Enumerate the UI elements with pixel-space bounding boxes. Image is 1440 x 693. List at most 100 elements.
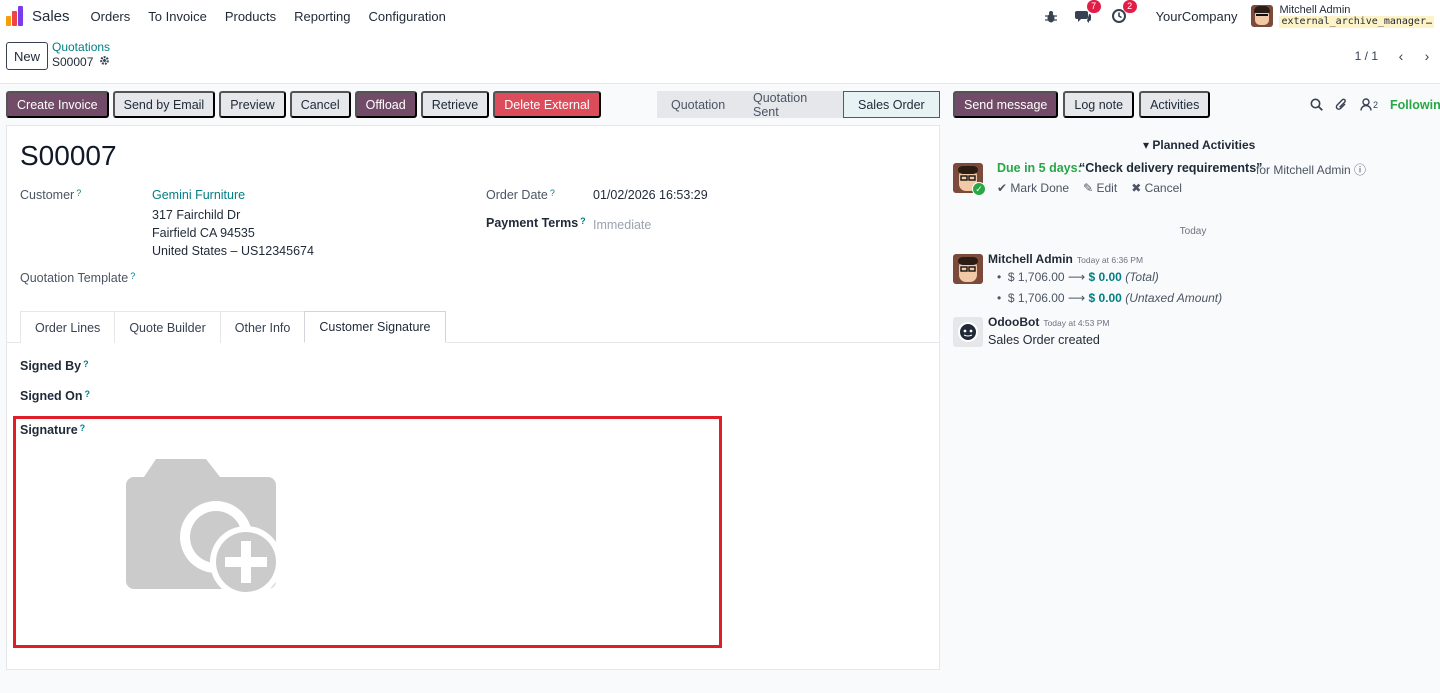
breadcrumb: Quotations S00007 — [52, 40, 110, 70]
activities-clock-icon[interactable]: 2 — [1110, 0, 1137, 25]
planned-activities-toggle[interactable]: ▾ Planned Activities — [1143, 138, 1255, 152]
payment-terms-label: Payment Terms? — [486, 216, 586, 230]
cancel-activity-button[interactable]: ✖ Cancel — [1131, 181, 1182, 195]
menu-products[interactable]: Products — [216, 9, 285, 24]
quotation-template-label: Quotation Template? — [20, 271, 136, 285]
log-note-button[interactable]: Log note — [1063, 91, 1135, 118]
menu-reporting[interactable]: Reporting — [285, 9, 359, 24]
customer-address-line3: United States – US12345674 — [152, 244, 314, 258]
payment-terms-field[interactable]: Immediate — [593, 218, 651, 232]
send-message-button[interactable]: Send message — [953, 91, 1059, 118]
form-sheet: S00007 Customer? Gemini Furniture 317 Fa… — [6, 125, 940, 670]
database-name: external_archive_manager… — [1279, 16, 1434, 28]
order-reference: S00007 — [20, 140, 117, 171]
activity-summary: “Check delivery requirements” — [1079, 161, 1263, 175]
order-date-field[interactable]: 01/02/2026 16:53:29 — [593, 188, 708, 202]
signed-on-label: Signed On? — [20, 389, 90, 403]
search-icon[interactable] — [1310, 98, 1323, 111]
message-body: Sales Order created — [988, 333, 1100, 347]
pager: 1 / 1 ‹ › — [1355, 44, 1440, 68]
notebook-tabs: Order Lines Quote Builder Other Info Cus… — [20, 311, 446, 343]
offload-button[interactable]: Offload — [354, 91, 417, 118]
customer-link[interactable]: Gemini Furniture — [152, 188, 245, 202]
app-name: Sales — [32, 7, 70, 25]
date-separator: Today — [1179, 226, 1207, 237]
signed-by-label: Signed By? — [20, 359, 89, 373]
menu-to-invoice[interactable]: To Invoice — [139, 9, 216, 24]
author-avatar[interactable] — [953, 254, 983, 284]
following-button[interactable]: Following — [1390, 98, 1440, 112]
stage-sales-order[interactable]: Sales Order — [843, 91, 940, 118]
retrieve-button[interactable]: Retrieve — [420, 91, 490, 118]
form-action-bar: Create Invoice Send by Email Preview Can… — [6, 91, 601, 118]
create-invoice-button[interactable]: Create Invoice — [6, 91, 109, 118]
check-icon: ✔ — [997, 181, 1008, 195]
close-icon: ✖ — [1131, 181, 1142, 195]
tab-quote-builder[interactable]: Quote Builder — [114, 311, 221, 343]
messages-icon[interactable]: 7 — [1074, 0, 1101, 25]
top-navbar: Sales Orders To Invoice Products Reporti… — [0, 0, 1440, 32]
activity-assignee: for Mitchell Admin ⓘ — [1256, 163, 1367, 177]
user-avatar — [1251, 5, 1274, 27]
stage-quotation-sent[interactable]: Quotation Sent — [739, 91, 843, 119]
followers-icon[interactable]: 2 — [1360, 98, 1378, 111]
activities-button[interactable]: Activities — [1139, 91, 1211, 118]
main-menu: Orders To Invoice Products Reporting Con… — [82, 9, 455, 24]
done-check-icon: ✓ — [972, 182, 986, 196]
tab-other-info[interactable]: Other Info — [219, 311, 306, 343]
new-button[interactable]: New — [6, 42, 48, 70]
navbar-systray: 7 2 YourCompany Mitchell Admin external_… — [1042, 0, 1440, 32]
preview-button[interactable]: Preview — [219, 91, 286, 118]
company-switcher[interactable]: YourCompany — [1156, 9, 1238, 24]
message-author: Mitchell Admin Today at 6:36 PM — [988, 252, 1144, 266]
arrow-right-icon: ⟶ — [1067, 291, 1086, 305]
menu-orders[interactable]: Orders — [82, 9, 140, 24]
app-brand[interactable]: Sales — [6, 6, 70, 26]
pager-value[interactable]: 1 / 1 — [1355, 49, 1378, 63]
tracking-value-untaxed: • $ 1,706.00 ⟶ $ 0.00 (Untaxed Amount) — [997, 291, 1223, 305]
cancel-button[interactable]: Cancel — [289, 91, 351, 118]
stage-quotation[interactable]: Quotation — [657, 91, 739, 118]
mark-done-button[interactable]: ✔ Mark Done — [997, 181, 1069, 195]
edit-activity-button[interactable]: ✎ Edit — [1083, 181, 1117, 195]
menu-configuration[interactable]: Configuration — [360, 9, 455, 24]
bug-icon[interactable] — [1042, 7, 1060, 25]
activity-user-avatar: ✓ — [953, 163, 986, 196]
chevron-right-icon[interactable]: › — [1414, 44, 1440, 68]
pencil-icon: ✎ — [1083, 181, 1094, 195]
odoobot-avatar[interactable] — [953, 317, 983, 347]
activity-due: Due in 5 days: — [997, 161, 1082, 175]
user-name: Mitchell Admin — [1279, 4, 1351, 16]
delete-external-button[interactable]: Delete External — [493, 91, 601, 118]
followers-count: 2 — [1373, 99, 1379, 110]
breadcrumb-quotations[interactable]: Quotations — [52, 40, 110, 55]
signature-label: Signature? — [20, 423, 86, 437]
sales-app-icon — [6, 6, 26, 26]
user-menu[interactable]: Mitchell Admin external_archive_manager… — [1251, 4, 1434, 28]
arrow-right-icon: ⟶ — [1067, 270, 1086, 284]
customer-label: Customer? — [20, 188, 82, 202]
send-by-email-button[interactable]: Send by Email — [112, 91, 216, 118]
info-icon[interactable]: ⓘ — [1354, 163, 1366, 177]
message-date: Today at 4:53 PM — [1043, 318, 1110, 328]
chevron-left-icon[interactable]: ‹ — [1388, 44, 1414, 68]
caret-down-icon: ▾ — [1143, 138, 1150, 152]
activities-badge: 2 — [1122, 0, 1137, 13]
messages-badge: 7 — [1086, 0, 1101, 13]
breadcrumb-current: S00007 — [52, 55, 94, 69]
message-author: OdooBot Today at 4:53 PM — [988, 315, 1110, 329]
status-bar: Quotation Quotation Sent Sales Order — [657, 91, 940, 119]
tab-order-lines[interactable]: Order Lines — [20, 311, 116, 343]
tab-customer-signature[interactable]: Customer Signature — [304, 311, 446, 343]
control-panel: New Quotations S00007 1 / 1 ‹ › — [0, 32, 1440, 84]
chatter-topbar: Send message Log note Activities — [953, 91, 1211, 118]
signature-highlight-box: Signature? — [13, 416, 722, 648]
paperclip-icon[interactable] — [1335, 98, 1348, 112]
activity-actions: ✔ Mark Done ✎ Edit ✖ Cancel — [997, 181, 1182, 195]
chatter-toolbar-icons: 2 Following — [1310, 91, 1440, 118]
order-date-label: Order Date? — [486, 188, 555, 202]
signature-upload-camera-icon[interactable] — [126, 459, 296, 609]
gear-icon[interactable] — [99, 55, 110, 70]
customer-address-line1: 317 Fairchild Dr — [152, 208, 241, 222]
customer-address-line2: Fairfield CA 94535 — [152, 226, 255, 240]
